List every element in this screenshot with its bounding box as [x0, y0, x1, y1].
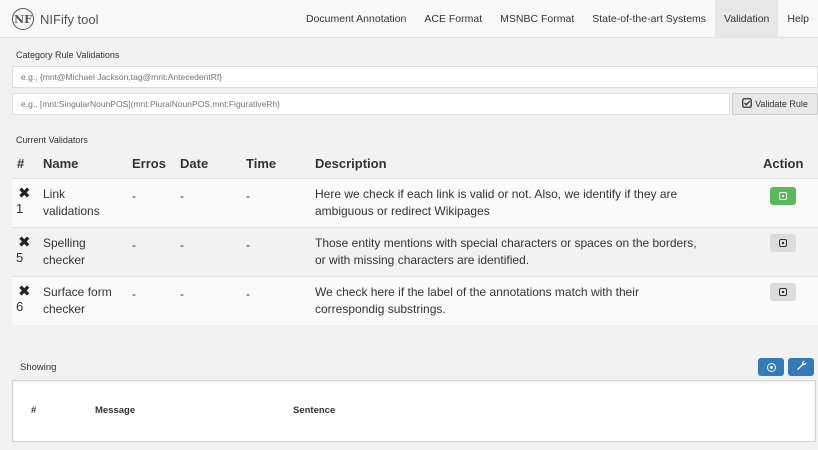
- remove-validator-icon[interactable]: ✖: [18, 186, 31, 201]
- validator-time: -: [246, 189, 250, 203]
- dot-circle-icon: [766, 362, 776, 372]
- nifify-logo-icon: NF: [12, 8, 34, 30]
- remove-validator-icon[interactable]: ✖: [18, 235, 31, 250]
- validator-name-line2: checker: [43, 253, 86, 267]
- validator-description-line2: or with missing characters are identifie…: [315, 253, 530, 267]
- validator-date: -: [180, 287, 184, 301]
- validator-errors: -: [132, 238, 136, 252]
- stop-circle-icon: [779, 239, 787, 247]
- wrench-icon: [796, 360, 807, 374]
- validator-name-line2: checker: [43, 302, 86, 316]
- nav-help[interactable]: Help: [778, 0, 818, 38]
- nav-msnbc-format[interactable]: MSNBC Format: [491, 0, 583, 38]
- showing-results-table: # Message Sentence: [12, 380, 816, 442]
- validator-time: -: [246, 238, 250, 252]
- validator-description-line2: correspondig substrings.: [315, 302, 446, 316]
- rule-input[interactable]: [12, 93, 730, 115]
- nav-state-of-the-art-systems[interactable]: State-of-the-art Systems: [583, 0, 715, 38]
- table-row: ✖ 5 Spelling checker - - - Those entity …: [12, 228, 818, 276]
- stop-circle-icon: [779, 288, 787, 296]
- col-header-date: Date: [180, 156, 209, 171]
- validator-errors: -: [132, 287, 136, 301]
- category-rule-title: Category Rule Validations: [16, 50, 120, 60]
- settings-button[interactable]: [788, 358, 814, 376]
- validator-name-line1: Link: [43, 187, 66, 201]
- nav-menu: Document Annotation ACE Format MSNBC For…: [297, 0, 818, 38]
- col-header-name: Name: [43, 156, 79, 171]
- remove-validator-icon[interactable]: ✖: [18, 284, 31, 299]
- col-header-errors: Erros: [132, 156, 166, 171]
- nav-validation[interactable]: Validation: [715, 0, 779, 38]
- validator-name-line1: Spelling: [43, 236, 86, 250]
- run-validator-button[interactable]: [770, 234, 796, 252]
- category-input[interactable]: [12, 66, 818, 88]
- col-header-action: Action: [763, 156, 804, 171]
- top-navbar: NF NIFify tool Document Annotation ACE F…: [0, 0, 818, 38]
- col-header-sentence: Sentence: [293, 405, 336, 416]
- validate-rule-button[interactable]: Validate Rule: [732, 93, 818, 115]
- validator-errors: -: [132, 189, 136, 203]
- col-header-description: Description: [315, 156, 387, 171]
- validator-num: 5: [16, 250, 24, 265]
- validator-time: -: [246, 287, 250, 301]
- col-header-message: Message: [95, 405, 136, 416]
- current-validators-title: Current Validators: [16, 135, 88, 145]
- validator-date: -: [180, 189, 184, 203]
- table-row: ✖ 6 Surface form checker - - - We check …: [12, 277, 818, 325]
- check-square-icon: [742, 98, 752, 110]
- showing-label: Showing: [20, 362, 57, 373]
- run-validator-button[interactable]: [770, 187, 796, 205]
- view-results-button[interactable]: [758, 358, 784, 376]
- validator-name-line1: Surface form: [43, 285, 112, 299]
- validator-num: 6: [16, 299, 24, 314]
- col-header-time: Time: [246, 156, 277, 171]
- col-header-num: #: [31, 405, 37, 416]
- brand[interactable]: NF NIFify tool: [12, 8, 99, 30]
- validator-date: -: [180, 238, 184, 252]
- validator-description-line1: We check here if the label of the annota…: [315, 285, 639, 299]
- table-row: ✖ 1 Link validations - - - Here we check…: [12, 179, 818, 227]
- validate-rule-label: Validate Rule: [755, 99, 808, 109]
- validator-description-line1: Those entity mentions with special chara…: [315, 236, 697, 250]
- validator-num: 1: [16, 201, 24, 216]
- run-validator-button[interactable]: [770, 283, 796, 301]
- validator-name-line2: validations: [43, 204, 100, 218]
- col-header-num: #: [17, 156, 25, 171]
- validator-description-line1: Here we check if each link is valid or n…: [315, 187, 678, 201]
- validator-description-line2: ambiguous or redirect Wikipages: [315, 204, 490, 218]
- nav-document-annotation[interactable]: Document Annotation: [297, 0, 415, 38]
- brand-name: NIFify tool: [40, 11, 99, 27]
- nav-ace-format[interactable]: ACE Format: [415, 0, 491, 38]
- stop-circle-icon: [779, 192, 787, 200]
